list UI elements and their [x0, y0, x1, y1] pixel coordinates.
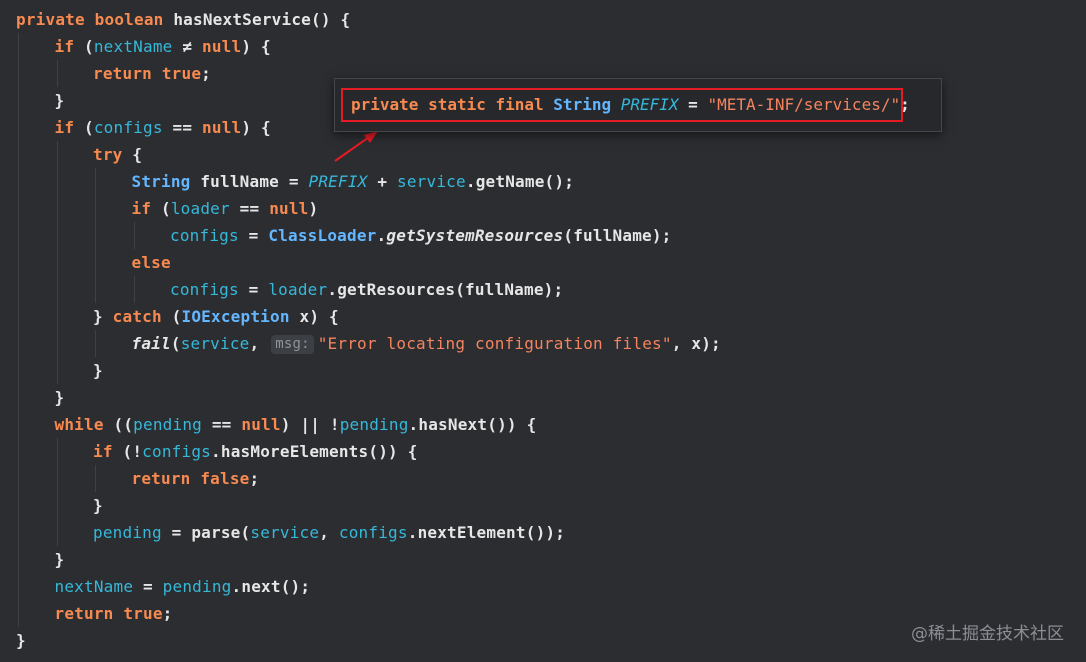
code-token: PREFIX: [620, 95, 679, 114]
code-token: =: [678, 95, 708, 114]
popup-code-line: private static final String PREFIX = "ME…: [351, 90, 910, 120]
quick-definition-popup: private static final String PREFIX = "ME…: [334, 78, 942, 132]
code-token: "META-INF/services/": [707, 95, 901, 114]
code-token: String: [553, 95, 621, 114]
watermark: @稀土掘金技术社区: [911, 624, 1064, 644]
code-token: private static final: [351, 95, 554, 114]
highlight-box: private static final String PREFIX = "ME…: [341, 88, 910, 122]
code-token: ;: [900, 95, 910, 114]
